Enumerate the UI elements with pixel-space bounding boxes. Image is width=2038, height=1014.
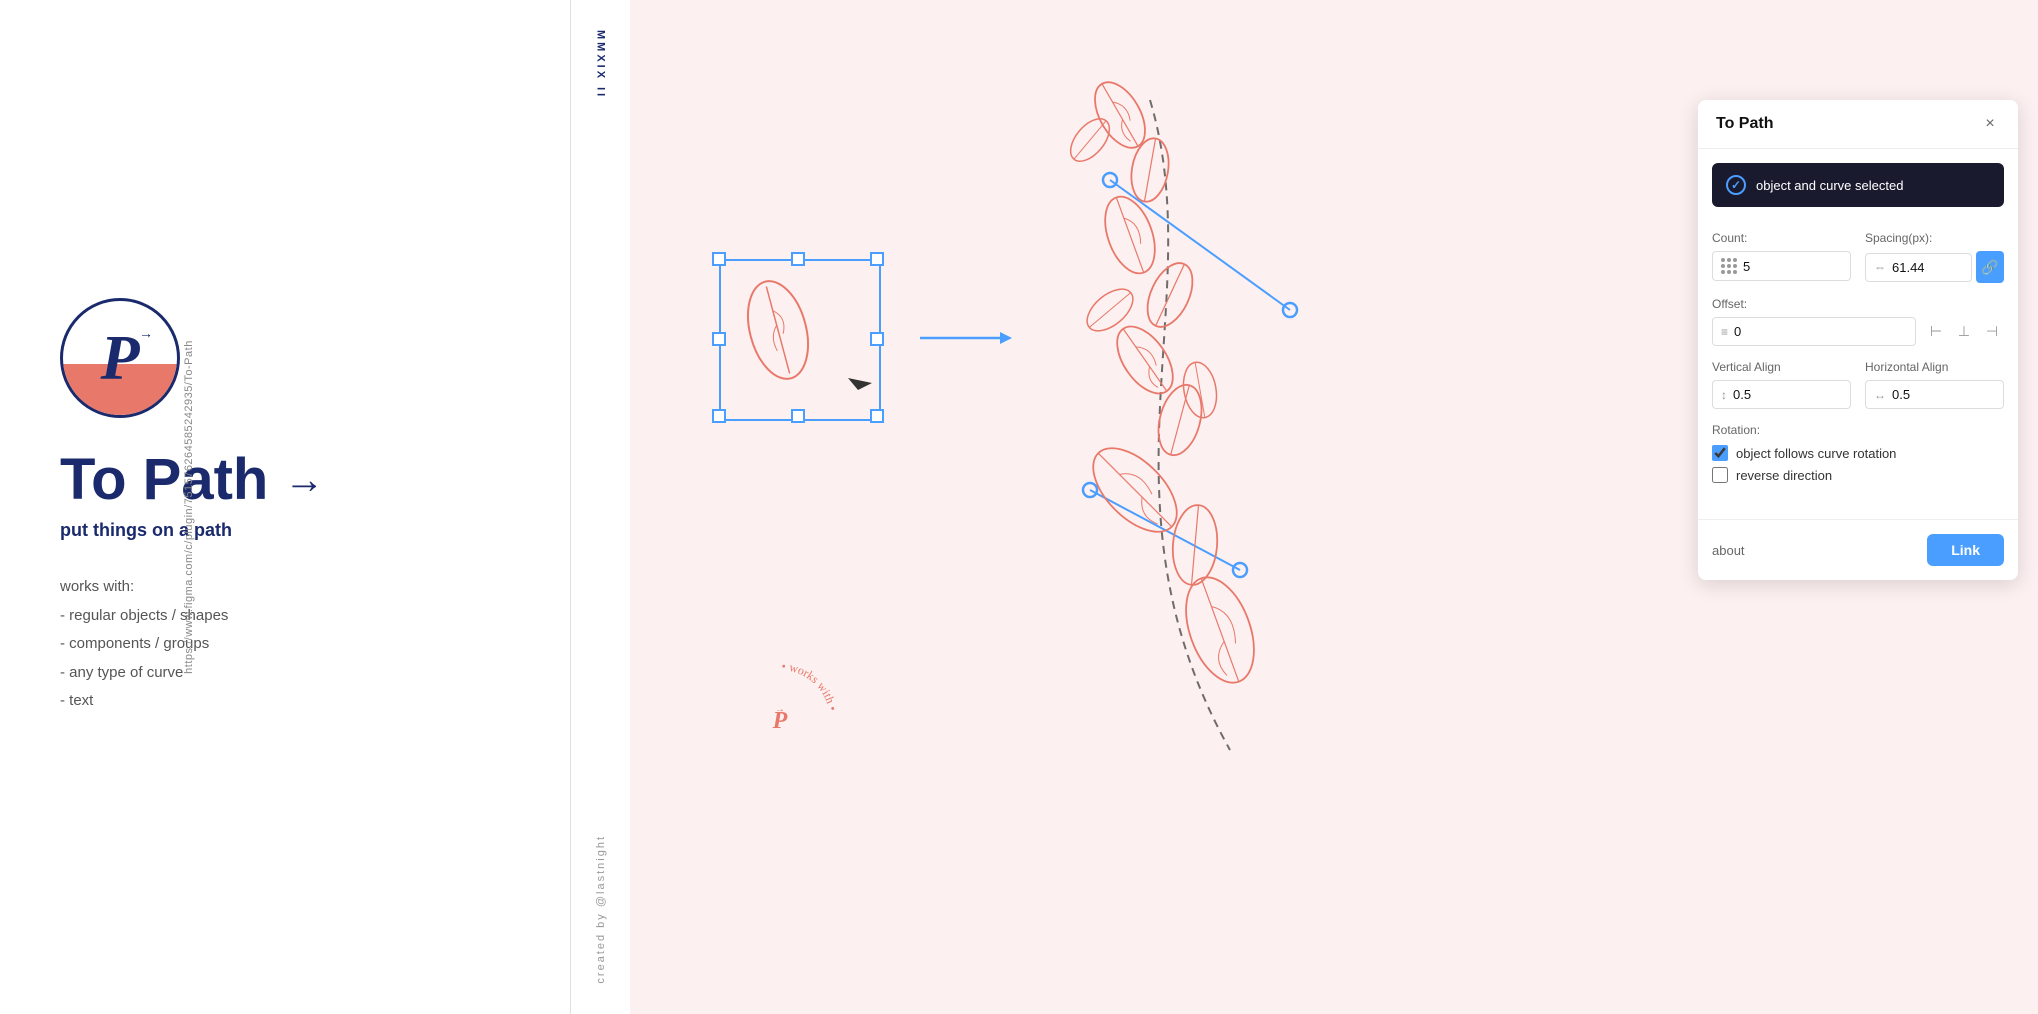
count-label: Count: [1712,231,1851,245]
align-buttons: ⊢ ⊥ ⊣ [1924,320,2004,344]
spacing-group: Spacing(px): ⇔ 🔗 [1865,231,2004,283]
panel-title: To Path [1716,115,1773,133]
plugin-panel: To Path × object and curve selected Coun… [1698,100,2018,580]
count-spacing-row: Count: Spacing(px): [1712,231,2004,283]
spacing-label: Spacing(px): [1865,231,2004,245]
vertical-align-label: Vertical Align [1712,360,1851,374]
align-left-button[interactable]: ⊢ [1924,320,1948,344]
offset-input[interactable] [1734,324,1907,339]
left-panel: https://www.figma.com/c/plugin/751576264… [0,0,570,1014]
count-input-wrap [1712,251,1851,281]
vertical-align-icon: ↕ [1721,388,1727,402]
svg-text:text too whaat • works with •: text too whaat • works with • [776,659,840,723]
about-text: about [1712,543,1745,558]
works-with-item-3: - any type of curve [60,659,510,688]
logo-circle: P → [60,298,180,418]
works-with-title: works with: [60,573,510,602]
canvas-area: text too whaat • works with • P → To Pat… [630,0,2038,1014]
spacing-input-wrap: ⇔ [1865,253,1972,282]
bottom-vertical-text: created by @lastnight [595,835,607,984]
main-container: https://www.figma.com/c/plugin/751576264… [0,0,2038,1014]
reverse-direction-label: reverse direction [1736,468,1832,483]
horizontal-align-input[interactable] [1892,387,1995,402]
side-url: https://www.figma.com/c/plugin/751576264… [183,340,195,674]
align-center-button[interactable]: ⊥ [1952,320,1976,344]
offset-lines-icon: ≡ [1721,325,1728,339]
svg-text:→: → [775,704,785,715]
horizontal-align-label: Horizontal Align [1865,360,2004,374]
panel-header: To Path × [1698,100,2018,149]
follows-curve-checkbox[interactable] [1712,445,1728,461]
title-text: To Path [60,448,268,512]
plugin-title: To Path → [60,448,510,512]
spacing-icon: ⇔ [1874,260,1886,274]
offset-input-wrap: ≡ [1712,317,1916,346]
follows-curve-row: object follows curve rotation [1712,445,2004,461]
offset-controls: ≡ ⊢ ⊥ ⊣ [1712,317,2004,346]
horizontal-align-input-wrap: ↔ [1865,380,2004,409]
top-vertical-text: MMXIX II [595,30,607,99]
horizontal-align-icon: ↔ [1874,388,1886,402]
panel-footer: about Link [1698,519,2018,580]
horizontal-align-group: Horizontal Align ↔ [1865,360,2004,409]
close-button[interactable]: × [1980,114,2000,134]
status-check-icon [1726,175,1746,195]
middle-divider: MMXIX II created by @lastnight [570,0,630,1014]
title-arrow: → [284,458,324,502]
spacing-input[interactable] [1892,260,1963,275]
count-icon [1721,258,1737,274]
works-with-item-4: - text [60,687,510,716]
logo-letter: P [100,326,139,390]
count-group: Count: [1712,231,1851,283]
works-with-item-1: - regular objects / shapes [60,602,510,631]
logo-arrow-icon: → [139,325,153,341]
reverse-direction-row: reverse direction [1712,467,2004,483]
align-section: Vertical Align ↕ Horizontal Align ↔ [1712,360,2004,409]
works-with-section: works with: - regular objects / shapes -… [60,573,510,716]
count-input[interactable] [1743,259,1842,274]
vertical-align-input[interactable] [1733,387,1842,402]
status-text: object and curve selected [1756,178,1903,193]
follows-curve-label: object follows curve rotation [1736,446,1896,461]
vertical-align-group: Vertical Align ↕ [1712,360,1851,409]
offset-label: Offset: [1712,297,2004,311]
rotation-section: Rotation: object follows curve rotation … [1712,423,2004,483]
plugin-subtitle: put things on a path [60,520,510,541]
reverse-direction-checkbox[interactable] [1712,467,1728,483]
svg-text:P: P [772,708,788,734]
align-right-button[interactable]: ⊣ [1980,320,2004,344]
works-with-item-2: - components / groups [60,630,510,659]
rotation-label: Rotation: [1712,423,2004,437]
offset-row: Offset: ≡ ⊢ ⊥ ⊣ [1712,297,2004,346]
status-bar: object and curve selected [1712,163,2004,207]
lock-button[interactable]: 🔗 [1976,251,2004,283]
link-button[interactable]: Link [1927,534,2004,566]
vertical-align-input-wrap: ↕ [1712,380,1851,409]
panel-body: Count: Spacing(px): [1698,217,2018,511]
